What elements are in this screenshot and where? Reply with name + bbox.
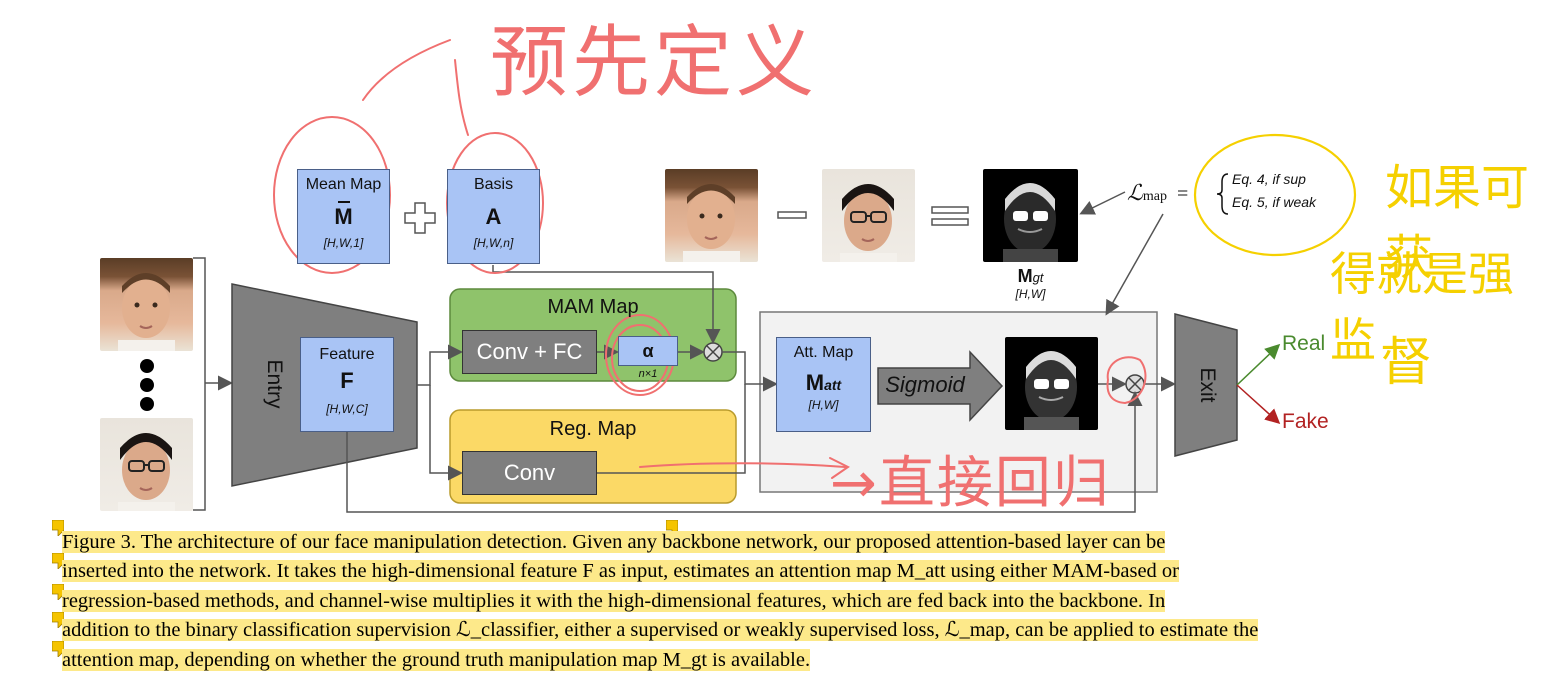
alpha-dims: n×1 bbox=[638, 368, 658, 380]
reg-conv-box: Conv bbox=[462, 451, 597, 495]
caption-line: Figure 3. The architecture of our face m… bbox=[62, 531, 1166, 553]
input-face-real bbox=[100, 258, 193, 351]
basis-box: Basis A [H,W,n] bbox=[447, 169, 540, 264]
mgt-label: Mgt [H,W] bbox=[983, 266, 1078, 301]
gt-map-image bbox=[983, 169, 1078, 262]
multiply-node-mam bbox=[703, 342, 723, 362]
output-fake-label: Fake bbox=[1282, 410, 1329, 433]
att-map-dims: [H,W] bbox=[808, 398, 839, 412]
top-face-fake bbox=[822, 169, 915, 262]
loss-symbol: ℒ bbox=[1127, 180, 1143, 205]
basis-dims: [H,W,n] bbox=[473, 236, 514, 250]
att-map-box: Att. Map Matt [H,W] bbox=[776, 337, 871, 432]
sigmoid-label: Sigmoid bbox=[885, 372, 965, 397]
entry-label: Entry bbox=[263, 359, 286, 409]
reg-map-title: Reg. Map bbox=[549, 418, 637, 440]
loss-eq-weak: Eq. 5, if weak bbox=[1232, 194, 1317, 210]
equals-sign-top bbox=[931, 206, 969, 214]
equals-sign-bottom bbox=[931, 218, 969, 226]
caption-line: attention map, depending on whether the … bbox=[62, 648, 811, 671]
feature-dims: [H,W,C] bbox=[326, 402, 368, 416]
mean-map-box: Mean Map M [H,W,1] bbox=[297, 169, 390, 264]
attention-output-image bbox=[1005, 337, 1098, 430]
mgt-dims: [H,W] bbox=[1015, 287, 1046, 301]
handwriting-top: 预先定义 bbox=[490, 18, 819, 108]
caption-line: inserted into the network. It takes the … bbox=[62, 560, 1179, 583]
loss-brace bbox=[1216, 173, 1229, 215]
loss-equals: = bbox=[1176, 183, 1189, 205]
figure-caption: Figure 3. The architecture of our face m… bbox=[62, 528, 1382, 675]
input-face-fake bbox=[100, 418, 193, 511]
loss-eq-sup: Eq. 4, if sup bbox=[1232, 171, 1306, 187]
alpha-symbol: α bbox=[642, 340, 654, 361]
feature-title: Feature bbox=[319, 346, 375, 363]
ellipsis-dot bbox=[140, 397, 154, 411]
loss-subscript: map bbox=[1142, 189, 1167, 204]
ellipsis-dot bbox=[140, 378, 154, 392]
handwriting-bottom: →直接回归 bbox=[830, 451, 1111, 516]
mean-map-title: Mean Map bbox=[305, 176, 382, 193]
basis-title: Basis bbox=[473, 176, 514, 193]
exit-label: Exit bbox=[1196, 367, 1219, 403]
conv-fc-box: Conv + FC bbox=[462, 330, 597, 374]
feature-symbol: F bbox=[340, 368, 354, 393]
att-map-title: Att. Map bbox=[793, 344, 854, 361]
handwriting-right-2: 得就是强监 bbox=[1330, 247, 1514, 367]
minus-sign bbox=[777, 211, 807, 219]
plus-sign bbox=[404, 202, 436, 234]
att-map-subscript: att bbox=[824, 377, 842, 393]
basis-symbol: A bbox=[485, 204, 502, 229]
caption-line: addition to the binary classification su… bbox=[62, 619, 1259, 642]
top-face-real bbox=[665, 169, 758, 262]
feature-box: Feature F [H,W,C] bbox=[300, 337, 394, 432]
overline-mark bbox=[338, 201, 350, 203]
mgt-symbol: M bbox=[1017, 266, 1033, 286]
alpha-box: α bbox=[618, 336, 678, 366]
mgt-subscript: gt bbox=[1032, 270, 1044, 285]
loss-map-label: ℒmap = bbox=[1127, 180, 1188, 206]
ellipsis-dot bbox=[140, 359, 154, 373]
att-map-symbol: M bbox=[805, 370, 825, 395]
caption-line: regression-based methods, and channel-wi… bbox=[62, 589, 1166, 612]
mam-map-title: MAM Map bbox=[547, 296, 639, 318]
mean-map-symbol: M bbox=[334, 204, 353, 229]
handwriting-right-3: 督 bbox=[1380, 333, 1433, 393]
mean-map-dims: [H,W,1] bbox=[323, 236, 364, 250]
output-real-label: Real bbox=[1282, 332, 1326, 355]
